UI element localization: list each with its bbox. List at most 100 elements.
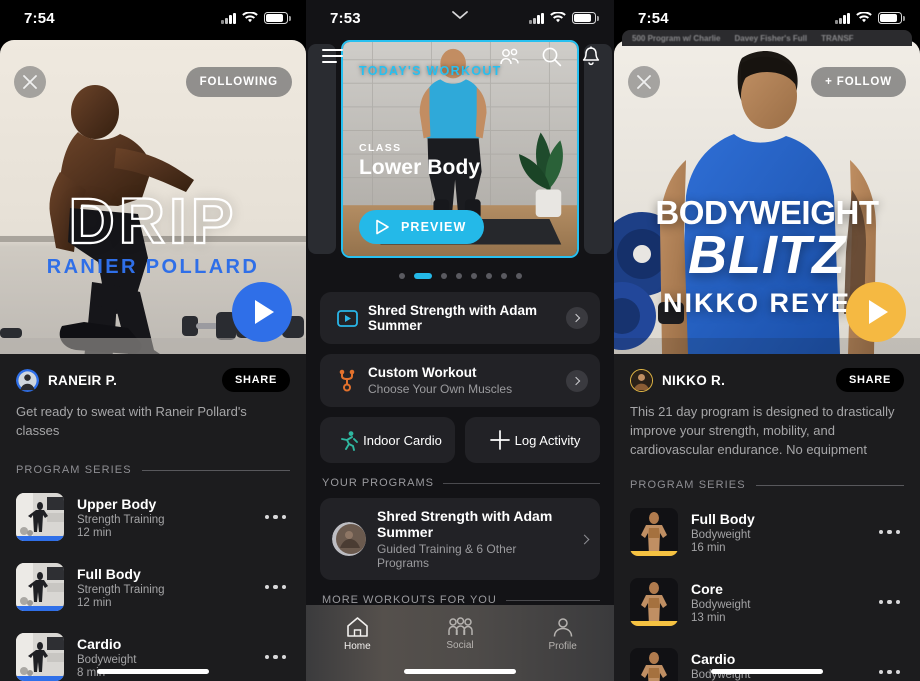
row-title: Shred Strength with Adam Summer — [368, 303, 538, 333]
program-title: Full Body — [77, 565, 141, 582]
avatar-image-raneir — [16, 368, 39, 392]
following-button[interactable]: FOLLOWING — [185, 67, 292, 97]
hero-title-blitz: BLITZ — [688, 225, 846, 285]
more-options-icon[interactable] — [878, 669, 905, 675]
status-time: 7:54 — [638, 9, 669, 27]
play-button-left[interactable] — [232, 282, 292, 342]
preview-button[interactable]: PREVIEW — [359, 210, 485, 244]
avatar[interactable] — [630, 368, 653, 392]
accent-bar — [630, 551, 678, 556]
pager-dot[interactable] — [440, 273, 447, 279]
close-button-right[interactable] — [628, 66, 660, 98]
bottom-tab-bar: Home Social Profile — [306, 605, 614, 681]
chevron-right-icon — [571, 376, 581, 385]
list-item[interactable]: Core Bodyweight 13 min — [614, 567, 920, 637]
status-time: 7:54 — [24, 9, 55, 27]
close-button-left[interactable] — [14, 66, 46, 98]
log-activity-button[interactable]: Log Activity — [465, 417, 600, 463]
class-kicker: CLASS — [359, 142, 402, 154]
list-item[interactable]: Cardio Bodyweight 11 min — [614, 637, 920, 681]
program-meta: Core Bodyweight 13 min — [691, 581, 866, 624]
home-indicator-right — [711, 669, 823, 674]
program-title: Core — [691, 580, 723, 597]
home-icon — [347, 617, 368, 637]
wifi-icon — [242, 12, 258, 23]
more-options-icon[interactable] — [878, 529, 905, 535]
author-identity-right: NIKKO R. — [630, 368, 725, 392]
pager-dot[interactable] — [398, 273, 405, 279]
pager-dot[interactable] — [455, 273, 462, 279]
row-subtitle: Choose Your Own Muscles — [368, 382, 513, 396]
thumbnail-image — [16, 563, 64, 611]
hero-subtitle-ranier-pollard: RANIER POLLARD — [46, 256, 260, 278]
program-sheet-left: FOLLOWING DRIP RANIER POLLARD RANEIR P. … — [0, 40, 306, 681]
thumbnail-image — [630, 648, 678, 681]
pager-dot[interactable] — [515, 273, 522, 279]
pager-dot[interactable] — [470, 273, 477, 279]
section-label-right: PROGRAM SERIES — [630, 479, 746, 491]
hero-bodyweight-blitz: + FOLLOW BODYWEIGHT BLITZ NIKKO REYES — [614, 40, 920, 354]
quick-action-pair: Indoor Cardio Log Activity — [320, 417, 600, 463]
chevron-right-icon[interactable] — [579, 534, 590, 544]
battery-icon — [264, 12, 291, 24]
list-item[interactable]: Full Body Bodyweight 16 min — [614, 497, 920, 567]
accent-bar — [16, 676, 64, 681]
share-button-right[interactable]: SHARE — [835, 368, 904, 392]
chevron-right-button[interactable] — [566, 369, 588, 392]
chevron-right-button[interactable] — [566, 307, 588, 329]
your-program-item[interactable]: Shred Strength with Adam Summer Guided T… — [320, 498, 600, 580]
tab-home[interactable]: Home — [306, 605, 409, 657]
hero-title-block-left: DRIP RANIER POLLARD — [0, 188, 306, 279]
row-custom-workout[interactable]: Custom Workout Choose Your Own Muscles — [320, 354, 600, 407]
pager-dot[interactable] — [500, 273, 507, 279]
list-item[interactable]: Upper Body Strength Training 12 min — [0, 482, 306, 552]
thumbnail-image — [16, 633, 64, 681]
accent-bar — [16, 536, 64, 541]
more-options-icon[interactable] — [264, 584, 291, 590]
tab-social[interactable]: Social — [409, 605, 512, 657]
status-bar-right: 7:54 — [614, 0, 920, 36]
section-divider — [505, 599, 600, 601]
more-options-icon[interactable] — [264, 514, 291, 520]
accent-bar — [16, 606, 64, 611]
more-options-icon[interactable] — [264, 654, 291, 660]
program-meta: Upper Body Strength Training 12 min — [77, 496, 252, 539]
follow-button[interactable]: + FOLLOW — [811, 67, 906, 97]
people-icon[interactable] — [499, 47, 521, 65]
status-icons — [835, 12, 905, 24]
program-duration: 13 min — [691, 611, 726, 624]
status-bar-middle: 7:53 — [306, 0, 614, 36]
pager-dot[interactable] — [485, 273, 492, 279]
play-outline-icon — [376, 219, 389, 235]
tab-label-social: Social — [446, 640, 474, 651]
program-duration: 12 min — [77, 526, 112, 539]
program-thumbnail — [16, 563, 64, 611]
play-triangle-icon — [869, 300, 888, 324]
close-icon — [637, 75, 651, 89]
accent-bar — [630, 621, 678, 626]
panel-bodyweight-blitz: 7:54 500 Program w/ Charlie Davey Fisher… — [614, 0, 920, 681]
pager-dot-active[interactable] — [413, 273, 432, 279]
hamburger-menu-icon[interactable] — [322, 49, 343, 63]
more-options-icon[interactable] — [878, 599, 905, 605]
program-duration: 12 min — [77, 596, 112, 609]
running-person-icon — [333, 430, 363, 451]
share-button-left[interactable]: SHARE — [221, 368, 290, 392]
list-item[interactable]: Full Body Strength Training 12 min — [0, 552, 306, 622]
nav-actions — [499, 45, 600, 67]
hero-drip: FOLLOWING DRIP RANIER POLLARD — [0, 40, 306, 354]
play-button-right[interactable] — [846, 282, 906, 342]
status-time: 7:53 — [330, 9, 361, 27]
tab-profile[interactable]: Profile — [511, 605, 614, 657]
avatar[interactable] — [16, 368, 39, 392]
program-meta: Full Body Strength Training 12 min — [77, 566, 252, 609]
tab-label-home: Home — [343, 641, 371, 652]
author-name-left: RANEIR P. — [48, 372, 118, 388]
tab-label-profile: Profile — [548, 640, 577, 652]
search-icon[interactable] — [541, 46, 562, 67]
row-shred-strength[interactable]: Shred Strength with Adam Summer — [320, 292, 600, 344]
bell-icon[interactable] — [582, 45, 600, 67]
indoor-cardio-button[interactable]: Indoor Cardio — [320, 417, 455, 463]
carousel-pager[interactable] — [306, 273, 614, 279]
author-row-right: NIKKO R. SHARE — [614, 354, 920, 392]
